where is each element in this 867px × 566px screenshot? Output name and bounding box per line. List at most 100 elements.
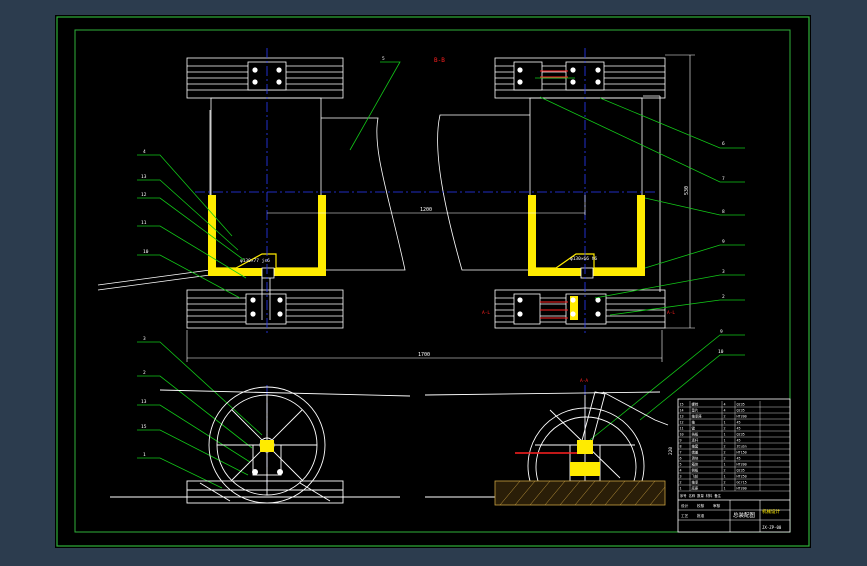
parts-cell: HT150 [737,451,747,455]
parts-cell: ZCuSn [737,445,747,449]
parts-cell: 14 [680,409,684,413]
drawing-title: 总装配图 [733,511,756,519]
balloon-b2: 2 [143,370,146,376]
parts-cell: 12 [680,421,684,425]
parts-cell: 7 [680,451,682,455]
dim-fit-left: φ130×77 js6 [240,258,270,264]
right-bearing-block [570,462,600,476]
parts-cell: 2 [724,427,726,431]
balloon-b1: 1 [143,452,146,458]
sign-label: 审核 [713,503,721,508]
parts-cell: 1 [724,421,726,425]
parts-cell: 滑块 [692,456,699,461]
balloon-9: 9 [722,239,725,245]
balloon-12: 12 [141,192,147,198]
balloon-b15: 15 [141,424,147,430]
balloon-b13: 13 [141,399,147,405]
parts-cell: Q235 [737,403,745,407]
parts-cell: 2 [724,481,726,485]
right-pivot-block [577,440,593,454]
cut-top-label: A-A [580,378,588,384]
company-name: 机械设计 [762,508,780,515]
parts-cell: 2 [724,445,726,449]
parts-cell: 4 [724,403,726,407]
parts-cell: 轴承座 [692,414,703,419]
balloon-10: 10 [143,249,149,255]
parts-cell: Q235 [737,469,745,473]
parts-cell: 5 [680,463,682,467]
title-block: 15 螺栓 4 Q23514 垫片 4 Q23513 轴承座 2 HT20012 轴 1 4511 键 2 4… [677,398,791,533]
parts-header: 序号 名称 数量 材料 备注 [680,493,722,498]
parts-cell: 4 [724,409,726,413]
parts-cell: 45 [737,421,741,425]
parts-cell: 箱体 [692,462,699,467]
parts-cell: 9 [680,439,682,443]
parts-cell: Q235 [737,409,745,413]
parts-cell: 飞轮 [692,474,699,479]
balloon-4: 4 [143,149,146,155]
parts-cell: 轴承 [692,480,699,485]
parts-cell: 15 [680,403,684,407]
parts-cell: 45 [737,457,741,461]
parts-cell: 45 [737,427,741,431]
parts-cell: 1 [680,487,682,491]
balloon-6: 6 [722,141,725,147]
balloon-8: 8 [722,209,725,215]
balloon-b3: 3 [143,336,146,342]
parts-cell: 1 [724,487,726,491]
parts-cell: 2 [724,415,726,419]
sign-label: 批准 [697,513,705,518]
parts-cell: HT200 [737,415,747,419]
parts-cell: 连杆 [692,438,699,443]
parts-cell: 8 [680,445,682,449]
sign-label: 工艺 [681,513,689,518]
parts-cell: 10 [680,433,684,437]
parts-cell: 轴套 [692,444,699,449]
parts-cell: 11 [680,427,684,431]
parts-cell: 2 [724,469,726,473]
parts-cell: HT200 [737,463,747,467]
parts-cell: 1 [724,475,726,479]
dim-center-distance: 1200 [420,207,432,213]
parts-cell: 13 [680,415,684,419]
dim-width: 1700 [418,352,430,358]
parts-cell: 2 [680,481,682,485]
dim-height: 530 [684,186,690,195]
sign-label: 设计 [681,503,689,508]
balloon-b10: 10 [718,349,724,355]
cut-right-label: A-L [667,310,675,316]
balloon-7: 7 [722,176,725,182]
right-base-hatched [494,480,666,506]
parts-cell: 垫片 [692,408,699,413]
balloon-3: 3 [722,269,725,275]
parts-cell: HT250 [737,475,747,479]
left-bearing-block [260,440,274,452]
cut-left-label: A-L [482,310,490,316]
parts-cell: 2 [724,457,726,461]
balloon-11: 11 [141,220,147,226]
parts-cell: 侧板 [692,468,699,473]
balloon-5: 5 [382,56,385,62]
parts-cell: GCr15 [737,481,747,485]
assembly-drawing[interactable]: 1200 1700 530 φ130×77 js6 φ130×66 h6 B-B… [0,0,867,562]
section-label: B-B [434,57,445,64]
parts-cell: 1 [724,463,726,467]
parts-cell: HT200 [737,487,747,491]
balloon-13: 13 [141,174,147,180]
parts-cell: 4 [680,469,682,473]
parts-cell: 6 [680,457,682,461]
dim-small-right: 220 [668,447,674,455]
dim-fit-right: φ130×66 h6 [570,256,597,262]
parts-cell: 底座 [692,486,699,491]
balloon-2: 2 [722,294,725,300]
parts-cell: 1 [724,433,726,437]
parts-cell: 挡板 [692,432,699,437]
parts-cell: 端盖 [692,450,699,455]
parts-cell: 1 [724,439,726,443]
parts-cell: 螺栓 [692,402,699,407]
cad-viewport[interactable]: 1200 1700 530 φ130×77 js6 φ130×66 h6 B-B… [0,0,867,562]
parts-cell: 45 [737,439,741,443]
parts-cell: 3 [680,475,682,479]
drawing-number: JX-ZP-00 [762,525,782,530]
sign-label: 校核 [697,503,705,508]
